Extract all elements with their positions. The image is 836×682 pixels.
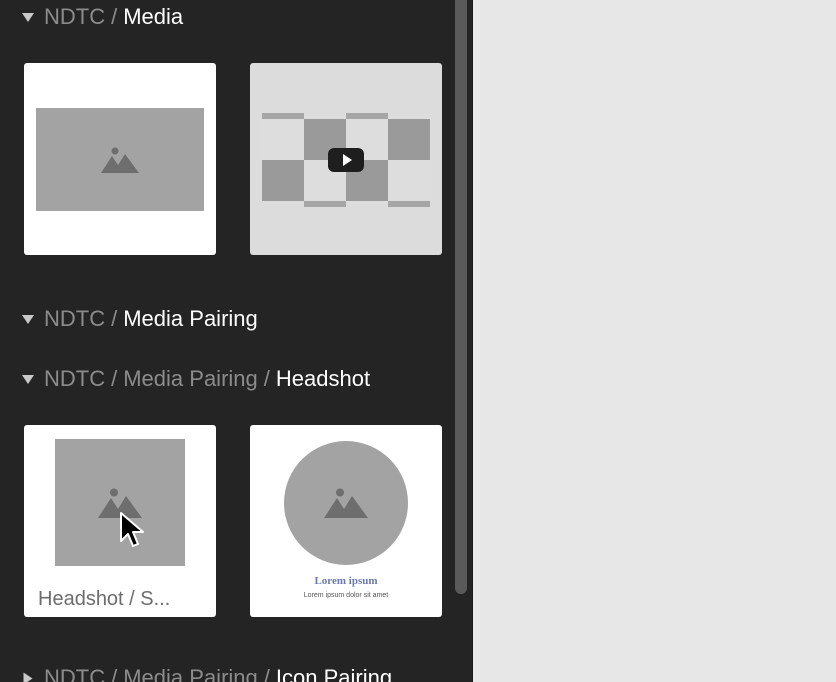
caret-down-icon[interactable] — [22, 374, 34, 384]
play-icon — [328, 148, 364, 172]
card-subtitle: Lorem ipsum dolor sit amet — [303, 592, 389, 599]
caret-down-icon[interactable] — [22, 314, 34, 324]
design-canvas[interactable] — [473, 0, 836, 682]
component-card-image[interactable] — [24, 63, 216, 255]
breadcrumb-root: NDTC — [44, 366, 106, 391]
component-card-video[interactable] — [250, 63, 442, 255]
section-header-headshot[interactable]: NDTC / Media Pairing / Headshot — [22, 365, 370, 393]
section-header-media-pairing[interactable]: NDTC / Media Pairing — [22, 305, 258, 333]
breadcrumb-separator: / — [111, 366, 118, 391]
caret-down-icon[interactable] — [22, 12, 34, 22]
breadcrumb-mid: Media Pairing — [123, 366, 258, 391]
image-placeholder — [36, 108, 204, 211]
panel-divider — [472, 0, 473, 682]
image-placeholder — [284, 441, 408, 565]
breadcrumb-root: NDTC — [44, 4, 106, 29]
breadcrumb-separator: / — [111, 665, 118, 682]
image-placeholder-icon — [324, 488, 368, 518]
breadcrumb-current: Media — [123, 4, 184, 29]
section-header-media[interactable]: NDTC / Media — [22, 3, 183, 31]
breadcrumb-separator: / — [111, 306, 118, 331]
section-header-icon-pairing[interactable]: NDTC / Media Pairing / Icon Pairing — [22, 664, 392, 682]
cursor-icon — [120, 512, 144, 547]
card-label: Headshot / S... — [38, 588, 171, 610]
breadcrumb-current: Icon Pairing — [275, 665, 393, 682]
caret-down-icon[interactable] — [23, 672, 33, 682]
breadcrumb-mid: Media Pairing — [123, 665, 258, 682]
breadcrumb-current: Media Pairing — [123, 306, 258, 331]
image-placeholder-icon — [101, 147, 139, 173]
breadcrumb-separator: / — [263, 665, 270, 682]
component-card-headshot-circle[interactable]: Lorem ipsum Lorem ipsum dolor sit amet — [250, 425, 442, 617]
assets-panel: NDTC / Media NDTC / Media Pairing NDTC /… — [0, 0, 472, 682]
breadcrumb-separator: / — [111, 4, 118, 29]
card-title: Lorem ipsum — [314, 575, 378, 587]
breadcrumb-root: NDTC — [44, 306, 106, 331]
panel-scrollbar[interactable] — [455, 0, 467, 594]
breadcrumb-root: NDTC — [44, 665, 106, 682]
breadcrumb-separator: / — [263, 366, 270, 391]
breadcrumb-current: Headshot — [275, 366, 371, 391]
